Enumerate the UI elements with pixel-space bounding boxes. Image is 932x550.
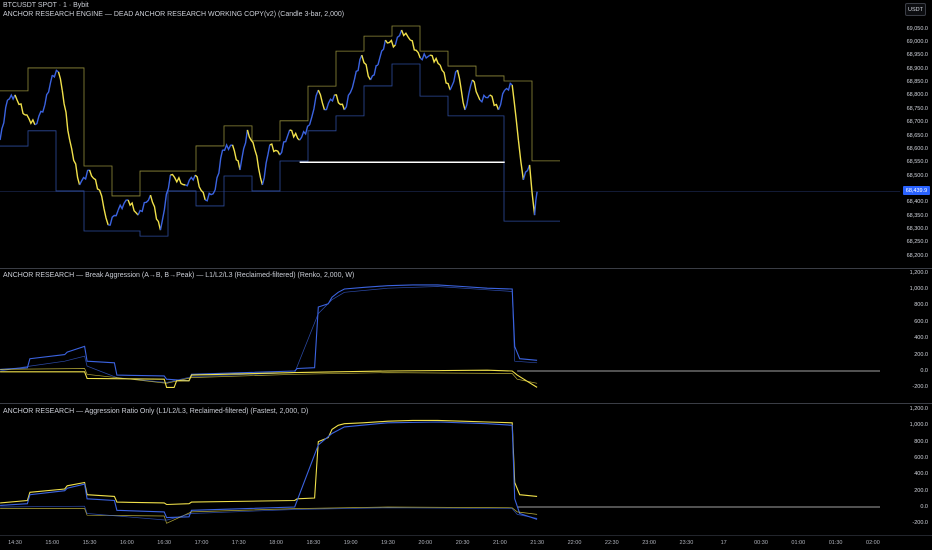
- price-segment: [98, 189, 109, 226]
- time-tick: 15:00: [45, 540, 60, 546]
- panel3-yellow-main-line: [0, 419, 538, 506]
- price-segment: [334, 94, 346, 111]
- time-tick: 01:30: [828, 540, 843, 546]
- main-indicator-title[interactable]: ANCHOR RESEARCH ENGINE — DEAD ANCHOR RES…: [3, 11, 344, 18]
- time-tick: 15:30: [82, 540, 97, 546]
- price-segment: [394, 29, 403, 46]
- price-segment: [410, 39, 421, 59]
- price-segment: [497, 89, 506, 111]
- price-segment: [261, 144, 271, 186]
- time-tick: 00:30: [754, 540, 768, 546]
- price-segment: [185, 174, 196, 187]
- pane-separator[interactable]: [0, 403, 932, 404]
- price-segment: [439, 64, 451, 91]
- price-segment: [214, 149, 224, 191]
- time-tick: 22:00: [567, 540, 582, 546]
- price-segment: [149, 194, 162, 231]
- panel2-title[interactable]: ANCHOR RESEARCH — Break Aggression (A→B,…: [3, 272, 354, 279]
- price-segment: [479, 94, 491, 104]
- price-segment: [117, 199, 129, 211]
- price-segment: [254, 149, 264, 186]
- time-tick: 17: [720, 540, 727, 546]
- price-segment: [44, 74, 53, 106]
- price-segment: [308, 89, 319, 126]
- time-tick: 21:30: [530, 540, 545, 546]
- price-segment: [159, 174, 172, 231]
- price-segment: [231, 144, 241, 171]
- time-tick: 01:00: [791, 540, 806, 546]
- price-segment: [343, 79, 355, 111]
- price-segment: [522, 164, 531, 181]
- time-tick: 17:30: [231, 540, 246, 546]
- price-segment: [449, 69, 459, 91]
- current-price-label: 68,439.9: [903, 186, 930, 195]
- price-segment: [127, 199, 139, 216]
- price-segment: [456, 69, 466, 111]
- time-tick: 20:00: [418, 540, 433, 546]
- price-segment: [400, 29, 411, 41]
- price-segment: [464, 79, 474, 111]
- price-segment: [69, 139, 81, 186]
- price-segment: [289, 129, 301, 141]
- price-segment: [108, 209, 119, 226]
- price-segment: [79, 169, 90, 186]
- time-tick: 21:00: [493, 540, 507, 546]
- price-segment: [377, 39, 387, 66]
- pane-separator[interactable]: [0, 268, 932, 269]
- price-segment: [504, 82, 513, 92]
- time-tick: 19:00: [343, 540, 358, 546]
- price-segment: [88, 169, 100, 191]
- price-segment: [511, 84, 520, 141]
- price-segment: [61, 90, 71, 141]
- price-segment: [429, 54, 441, 66]
- price-segment: [51, 69, 59, 79]
- price-segment: [324, 94, 336, 111]
- price-segment: [24, 114, 36, 126]
- price-segment: [239, 129, 249, 171]
- price-segment: [317, 89, 326, 111]
- time-tick: 19:30: [381, 540, 395, 546]
- price-segment: [419, 52, 431, 61]
- time-tick: 14:30: [8, 540, 22, 546]
- time-tick: 18:30: [306, 540, 321, 546]
- currency-button[interactable]: USDT: [905, 3, 926, 16]
- time-tick: 23:00: [642, 540, 656, 546]
- price-segment: [57, 71, 63, 91]
- price-segment: [528, 164, 536, 216]
- price-segment: [471, 79, 481, 101]
- panel3-title[interactable]: ANCHOR RESEARCH — Aggression Ratio Only …: [3, 408, 308, 415]
- price-segment: [369, 64, 379, 81]
- price-segment: [246, 129, 256, 151]
- symbol-title[interactable]: BTCUSDT SPOT · 1 · Bybit: [3, 2, 89, 9]
- time-tick: 22:30: [604, 540, 619, 546]
- price-segment: [7, 93, 16, 101]
- price-segment: [279, 129, 291, 156]
- panel3-yellow-second-line: [0, 506, 538, 524]
- price-segment: [517, 139, 525, 180]
- price-segment: [0, 99, 9, 141]
- price-segment: [14, 94, 26, 116]
- time-tick: 23:30: [679, 540, 694, 546]
- price-segment: [269, 143, 281, 156]
- time-tick: 20:30: [455, 540, 470, 546]
- price-segment: [353, 54, 363, 81]
- time-tick: 17:00: [194, 540, 209, 546]
- time-tick: 16:00: [120, 540, 134, 546]
- price-segment: [384, 39, 396, 49]
- panel3-blue-main-line: [0, 421, 538, 520]
- time-tick: 02:00: [866, 540, 880, 546]
- panel2-blue-main-line: [0, 284, 538, 382]
- price-segment: [533, 191, 538, 216]
- price-segment: [194, 174, 206, 201]
- time-tick: 16:30: [157, 540, 172, 546]
- time-axis-border: [0, 535, 932, 536]
- price-segment: [34, 104, 46, 126]
- price-segment: [170, 173, 186, 186]
- price-segment: [361, 54, 372, 81]
- price-segment: [489, 94, 500, 111]
- panel2-blue-second-line: [0, 286, 538, 383]
- time-tick: 18:00: [269, 540, 283, 546]
- price-segment: [137, 194, 152, 216]
